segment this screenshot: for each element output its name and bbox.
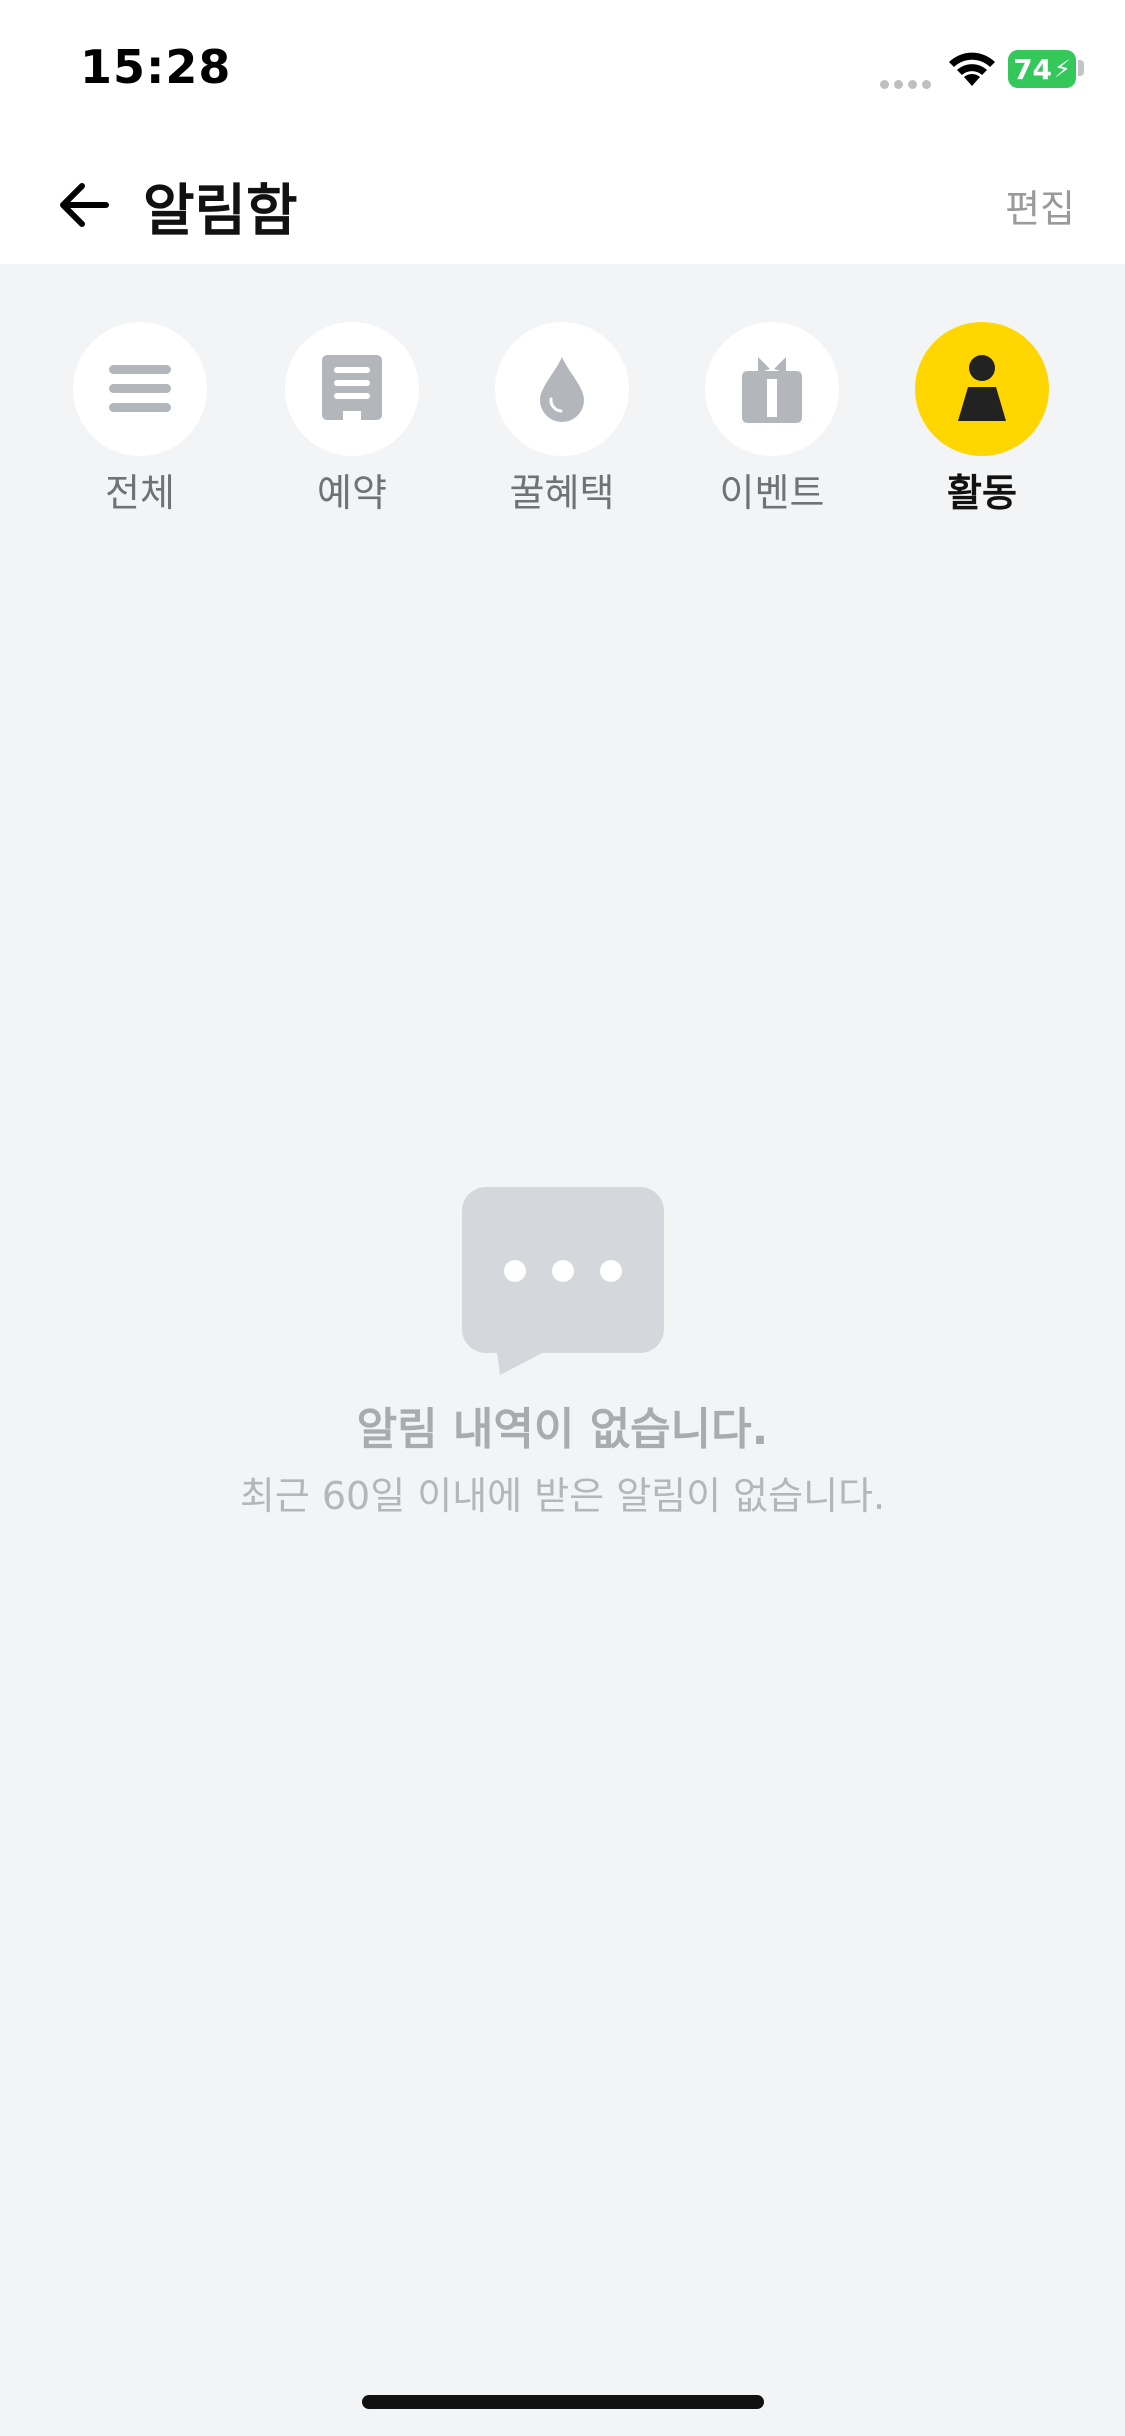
tab-benefits-circle	[495, 322, 629, 456]
back-arrow-icon[interactable]	[50, 170, 120, 240]
battery-level: 74	[1013, 52, 1053, 86]
droplet-icon	[540, 357, 584, 422]
tab-reservation-label: 예약	[317, 471, 387, 515]
gift-icon	[742, 357, 802, 423]
charging-bolt-icon: ⚡	[1054, 55, 1071, 83]
empty-state-title: 알림 내역이 없습니다.	[356, 1404, 769, 1455]
tab-activity[interactable]: 활동	[892, 322, 1072, 522]
tab-activity-circle	[915, 322, 1049, 456]
header: 알림함 편집	[0, 140, 1125, 264]
tab-benefits-label: 꿀혜택	[509, 471, 615, 515]
tab-event-label: 이벤트	[719, 471, 825, 515]
empty-state-subtitle: 최근 60일 이내에 받은 알림이 없습니다.	[239, 1474, 886, 1518]
tab-event[interactable]: 이벤트	[682, 322, 862, 522]
tab-event-circle	[705, 322, 839, 456]
tab-all[interactable]: 전체	[50, 322, 230, 522]
status-bar: 15:28 74 ⚡	[0, 0, 1125, 140]
person-icon	[958, 355, 1006, 421]
tab-benefits[interactable]: 꿀혜택	[472, 322, 652, 522]
tab-all-label: 전체	[105, 471, 175, 515]
tab-activity-label: 활동	[947, 471, 1017, 515]
tab-reservation-circle	[285, 322, 419, 456]
wifi-icon	[949, 52, 995, 86]
tab-reservation[interactable]: 예약	[262, 322, 442, 522]
battery-indicator: 74 ⚡	[1008, 50, 1076, 88]
page-title: 알림함	[143, 179, 298, 244]
empty-state: 알림 내역이 없습니다. 최근 60일 이내에 받은 알림이 없습니다.	[0, 1185, 1125, 1520]
chat-bubble-icon	[461, 1187, 664, 1375]
menu-lines-icon	[109, 365, 171, 412]
document-icon	[322, 355, 382, 420]
edit-button[interactable]: 편집	[1005, 178, 1075, 233]
home-indicator	[362, 2395, 764, 2409]
tab-all-circle	[73, 322, 207, 456]
battery-tip	[1078, 60, 1084, 76]
status-time: 15:28	[80, 40, 232, 94]
category-tabs: 전체 예약 꿀혜택 이벤트 활동	[0, 322, 1125, 522]
cellular-signal-icon	[880, 74, 936, 93]
